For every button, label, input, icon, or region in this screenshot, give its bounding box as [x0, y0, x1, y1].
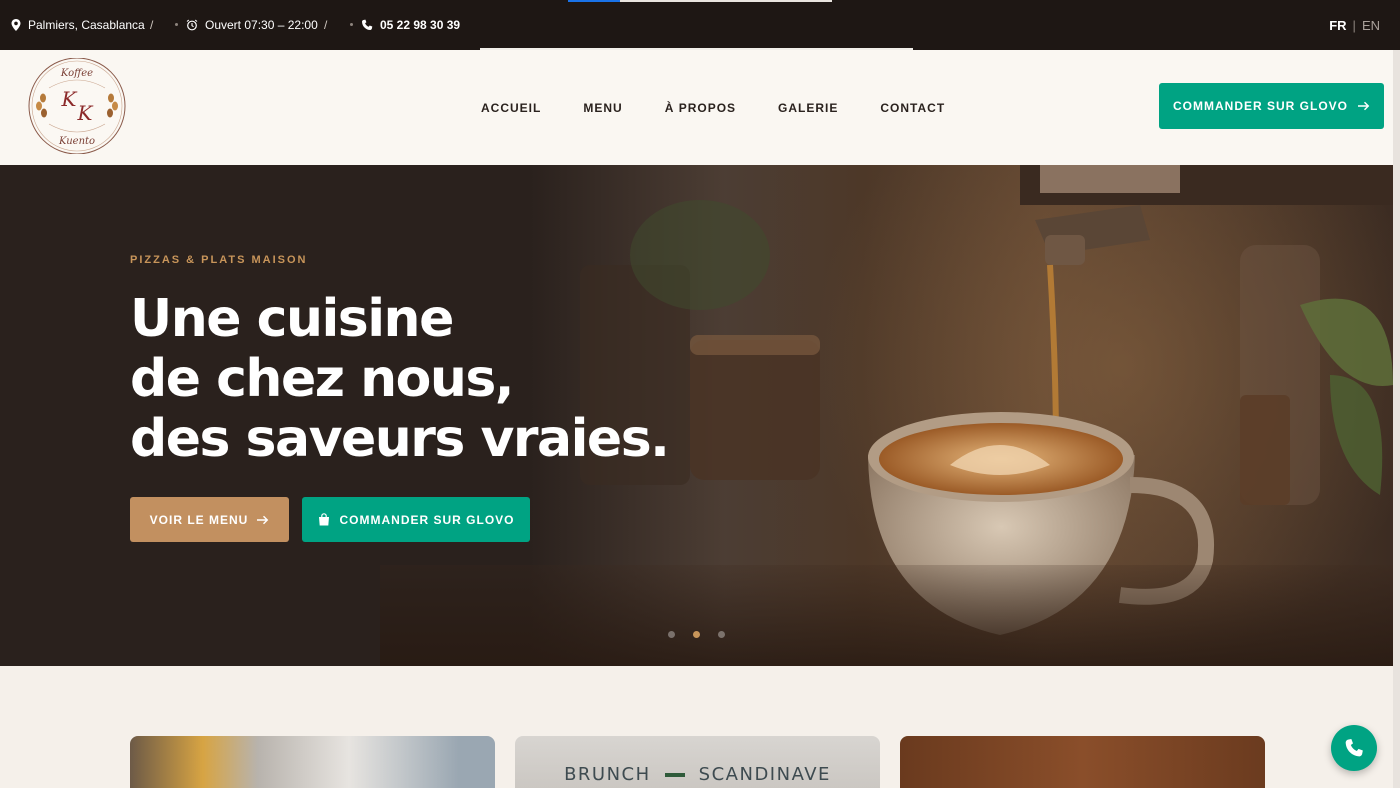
page-loading-bar	[568, 0, 832, 2]
hero-order-glovo-label: COMMANDER SUR GLOVO	[339, 512, 515, 527]
koffee-kuento-logo-icon: Koffee K K Kuento	[28, 57, 126, 155]
separator: /	[150, 18, 154, 32]
separator: /	[324, 18, 328, 32]
hours-info: Ouvert 07:30 – 22:00	[186, 0, 318, 50]
phone-link[interactable]: 05 22 98 30 39	[361, 0, 460, 50]
feature-card-1[interactable]	[130, 736, 495, 788]
logo-initial-2: K	[77, 101, 94, 125]
alarm-clock-icon	[186, 19, 198, 31]
slider-dot[interactable]	[668, 631, 675, 638]
main-nav: ACCUEIL MENU À PROPOS GALERIE CONTACT	[481, 50, 945, 165]
location-info: Palmiers, Casablanca	[11, 0, 145, 50]
shopping-bag-icon	[318, 513, 329, 526]
phone-icon	[362, 19, 373, 30]
lang-divider: |	[1352, 17, 1356, 33]
hero-eyebrow: PIZZAS & PLATS MAISON	[130, 254, 308, 266]
nav-item-menu[interactable]: MENU	[583, 101, 622, 115]
site-header: Koffee K K Kuento ACCUEIL MENU À PROPOS …	[0, 50, 1393, 165]
language-switcher: FR | EN	[1329, 0, 1380, 50]
page-scrollbar[interactable]	[1393, 50, 1400, 788]
call-fab-button[interactable]	[1331, 725, 1377, 771]
nav-item-galerie[interactable]: GALERIE	[778, 101, 838, 115]
feature-card-brunch[interactable]: BRUNCH SCANDINAVE	[515, 736, 880, 788]
feature-card-3[interactable]	[900, 736, 1265, 788]
nav-item-accueil[interactable]: ACCUEIL	[481, 101, 541, 115]
hours-text: Ouvert 07:30 – 22:00	[205, 18, 318, 32]
logo-initial-1: K	[61, 87, 78, 111]
nav-item-a-propos[interactable]: À PROPOS	[665, 101, 736, 115]
phone-icon	[1345, 739, 1363, 757]
header-order-glovo-button[interactable]: COMMANDER SUR GLOVO	[1159, 83, 1384, 129]
slider-dot[interactable]	[718, 631, 725, 638]
slider-pagination	[668, 631, 725, 638]
hero-headline: Une cuisine de chez nous, des saveurs vr…	[130, 289, 730, 469]
brand-logo[interactable]: Koffee K K Kuento	[27, 57, 127, 155]
divider-mark	[664, 772, 685, 777]
hero-slider: PIZZAS & PLATS MAISON Une cuisine de che…	[0, 165, 1393, 666]
location-text: Palmiers, Casablanca	[28, 18, 145, 32]
card-brunch-label: BRUNCH	[564, 764, 651, 785]
hero-headline-line-1: Une cuisine	[130, 289, 454, 349]
hero-headline-line-3: des saveurs vraies.	[130, 409, 670, 469]
phone-number: 05 22 98 30 39	[380, 18, 461, 32]
nav-item-contact[interactable]: CONTACT	[880, 101, 945, 115]
lang-en[interactable]: EN	[1362, 18, 1380, 33]
arrow-right-icon	[1358, 101, 1370, 111]
top-info-bar: Palmiers, Casablanca / Ouvert 07:30 – 22…	[0, 0, 1400, 50]
view-menu-button[interactable]: VOIR LE MENU	[130, 497, 289, 542]
card-scandinave-label: SCANDINAVE	[698, 764, 831, 785]
view-menu-label: VOIR LE MENU	[149, 512, 249, 527]
arrow-right-icon	[257, 515, 269, 524]
logo-top-text: Koffee	[60, 68, 93, 79]
bullet-dot	[175, 23, 178, 26]
hero-headline-line-2: de chez nous,	[130, 349, 515, 409]
bullet-dot	[350, 23, 353, 26]
lang-fr[interactable]: FR	[1329, 18, 1346, 33]
slider-dot-active[interactable]	[693, 631, 700, 638]
map-pin-icon	[11, 19, 21, 31]
header-order-glovo-label: COMMANDER SUR GLOVO	[1173, 99, 1348, 113]
logo-bottom-text: Kuento	[58, 136, 95, 147]
hero-order-glovo-button[interactable]: COMMANDER SUR GLOVO	[302, 497, 530, 542]
